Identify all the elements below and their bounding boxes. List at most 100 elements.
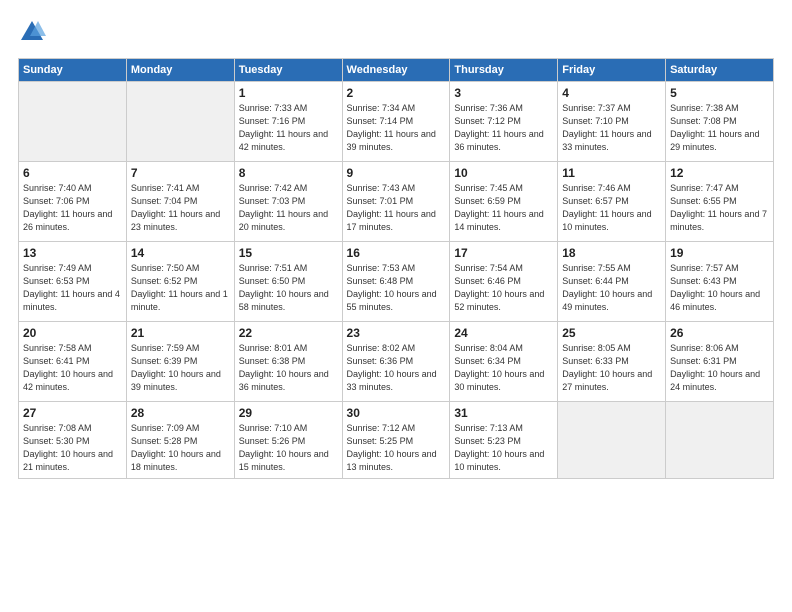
day-number: 15 <box>239 246 338 260</box>
calendar-cell: 27 Sunrise: 7:08 AM Sunset: 5:30 PM Dayli… <box>19 402 127 479</box>
day-number: 10 <box>454 166 553 180</box>
calendar-cell: 13 Sunrise: 7:49 AM Sunset: 6:53 PM Dayli… <box>19 242 127 322</box>
day-info: Sunrise: 8:01 AM Sunset: 6:38 PM Dayligh… <box>239 342 338 394</box>
day-info: Sunrise: 7:50 AM Sunset: 6:52 PM Dayligh… <box>131 262 230 314</box>
calendar-cell: 3 Sunrise: 7:36 AM Sunset: 7:12 PM Daylig… <box>450 82 558 162</box>
calendar-cell: 19 Sunrise: 7:57 AM Sunset: 6:43 PM Dayli… <box>666 242 774 322</box>
day-info: Sunrise: 8:06 AM Sunset: 6:31 PM Dayligh… <box>670 342 769 394</box>
day-info: Sunrise: 7:42 AM Sunset: 7:03 PM Dayligh… <box>239 182 338 234</box>
day-number: 27 <box>23 406 122 420</box>
calendar-cell: 22 Sunrise: 8:01 AM Sunset: 6:38 PM Dayli… <box>234 322 342 402</box>
day-info: Sunrise: 7:51 AM Sunset: 6:50 PM Dayligh… <box>239 262 338 314</box>
calendar-cell <box>558 402 666 479</box>
logo-icon <box>18 18 46 46</box>
day-number: 7 <box>131 166 230 180</box>
day-number: 6 <box>23 166 122 180</box>
calendar-cell: 6 Sunrise: 7:40 AM Sunset: 7:06 PM Daylig… <box>19 162 127 242</box>
calendar-cell: 15 Sunrise: 7:51 AM Sunset: 6:50 PM Dayli… <box>234 242 342 322</box>
day-info: Sunrise: 7:59 AM Sunset: 6:39 PM Dayligh… <box>131 342 230 394</box>
day-number: 25 <box>562 326 661 340</box>
day-info: Sunrise: 8:05 AM Sunset: 6:33 PM Dayligh… <box>562 342 661 394</box>
calendar-cell: 12 Sunrise: 7:47 AM Sunset: 6:55 PM Dayli… <box>666 162 774 242</box>
day-number: 8 <box>239 166 338 180</box>
calendar-cell: 9 Sunrise: 7:43 AM Sunset: 7:01 PM Daylig… <box>342 162 450 242</box>
day-info: Sunrise: 7:10 AM Sunset: 5:26 PM Dayligh… <box>239 422 338 474</box>
day-header-thursday: Thursday <box>450 59 558 82</box>
calendar-cell: 29 Sunrise: 7:10 AM Sunset: 5:26 PM Dayli… <box>234 402 342 479</box>
day-number: 3 <box>454 86 553 100</box>
day-info: Sunrise: 8:04 AM Sunset: 6:34 PM Dayligh… <box>454 342 553 394</box>
day-info: Sunrise: 7:09 AM Sunset: 5:28 PM Dayligh… <box>131 422 230 474</box>
calendar-cell: 5Sunrise: 7:38 AM Sunset: 7:08 PM Daylig… <box>666 82 774 162</box>
day-info: Sunrise: 8:02 AM Sunset: 6:36 PM Dayligh… <box>347 342 446 394</box>
day-info: Sunrise: 7:38 AM Sunset: 7:08 PM Dayligh… <box>670 102 769 154</box>
calendar-cell: 11 Sunrise: 7:46 AM Sunset: 6:57 PM Dayli… <box>558 162 666 242</box>
day-info: Sunrise: 7:08 AM Sunset: 5:30 PM Dayligh… <box>23 422 122 474</box>
day-info: Sunrise: 7:40 AM Sunset: 7:06 PM Dayligh… <box>23 182 122 234</box>
day-number: 17 <box>454 246 553 260</box>
day-number: 12 <box>670 166 769 180</box>
day-info: Sunrise: 7:57 AM Sunset: 6:43 PM Dayligh… <box>670 262 769 314</box>
day-info: Sunrise: 7:46 AM Sunset: 6:57 PM Dayligh… <box>562 182 661 234</box>
calendar-table: SundayMondayTuesdayWednesdayThursdayFrid… <box>18 58 774 479</box>
day-info: Sunrise: 7:37 AM Sunset: 7:10 PM Dayligh… <box>562 102 661 154</box>
day-header-saturday: Saturday <box>666 59 774 82</box>
day-header-monday: Monday <box>126 59 234 82</box>
day-header-wednesday: Wednesday <box>342 59 450 82</box>
day-number: 2 <box>347 86 446 100</box>
day-number: 31 <box>454 406 553 420</box>
day-info: Sunrise: 7:49 AM Sunset: 6:53 PM Dayligh… <box>23 262 122 314</box>
calendar-cell: 23 Sunrise: 8:02 AM Sunset: 6:36 PM Dayli… <box>342 322 450 402</box>
day-header-tuesday: Tuesday <box>234 59 342 82</box>
day-number: 23 <box>347 326 446 340</box>
day-info: Sunrise: 7:34 AM Sunset: 7:14 PM Dayligh… <box>347 102 446 154</box>
calendar-cell: 20 Sunrise: 7:58 AM Sunset: 6:41 PM Dayli… <box>19 322 127 402</box>
day-number: 16 <box>347 246 446 260</box>
calendar-cell: 2 Sunrise: 7:34 AM Sunset: 7:14 PM Daylig… <box>342 82 450 162</box>
logo <box>18 18 50 46</box>
calendar-cell: 24 Sunrise: 8:04 AM Sunset: 6:34 PM Dayli… <box>450 322 558 402</box>
day-info: Sunrise: 7:54 AM Sunset: 6:46 PM Dayligh… <box>454 262 553 314</box>
calendar-cell: 8 Sunrise: 7:42 AM Sunset: 7:03 PM Daylig… <box>234 162 342 242</box>
calendar-cell <box>666 402 774 479</box>
day-info: Sunrise: 7:45 AM Sunset: 6:59 PM Dayligh… <box>454 182 553 234</box>
day-number: 20 <box>23 326 122 340</box>
day-info: Sunrise: 7:33 AM Sunset: 7:16 PM Dayligh… <box>239 102 338 154</box>
day-number: 18 <box>562 246 661 260</box>
calendar-cell <box>19 82 127 162</box>
day-number: 19 <box>670 246 769 260</box>
calendar-cell <box>126 82 234 162</box>
calendar-cell: 4Sunrise: 7:37 AM Sunset: 7:10 PM Daylig… <box>558 82 666 162</box>
day-number: 1 <box>239 86 338 100</box>
day-info: Sunrise: 7:41 AM Sunset: 7:04 PM Dayligh… <box>131 182 230 234</box>
day-number: 22 <box>239 326 338 340</box>
calendar-cell: 21Sunrise: 7:59 AM Sunset: 6:39 PM Dayli… <box>126 322 234 402</box>
day-number: 29 <box>239 406 338 420</box>
day-number: 28 <box>131 406 230 420</box>
calendar-cell: 10 Sunrise: 7:45 AM Sunset: 6:59 PM Dayli… <box>450 162 558 242</box>
day-number: 11 <box>562 166 661 180</box>
day-number: 9 <box>347 166 446 180</box>
day-number: 24 <box>454 326 553 340</box>
day-info: Sunrise: 7:43 AM Sunset: 7:01 PM Dayligh… <box>347 182 446 234</box>
header <box>18 18 774 46</box>
calendar-cell: 28 Sunrise: 7:09 AM Sunset: 5:28 PM Dayli… <box>126 402 234 479</box>
calendar-cell: 17 Sunrise: 7:54 AM Sunset: 6:46 PM Dayli… <box>450 242 558 322</box>
calendar-cell: 7 Sunrise: 7:41 AM Sunset: 7:04 PM Daylig… <box>126 162 234 242</box>
day-info: Sunrise: 7:53 AM Sunset: 6:48 PM Dayligh… <box>347 262 446 314</box>
day-info: Sunrise: 7:36 AM Sunset: 7:12 PM Dayligh… <box>454 102 553 154</box>
day-info: Sunrise: 7:13 AM Sunset: 5:23 PM Dayligh… <box>454 422 553 474</box>
calendar-cell: 26Sunrise: 8:06 AM Sunset: 6:31 PM Dayli… <box>666 322 774 402</box>
day-header-friday: Friday <box>558 59 666 82</box>
day-info: Sunrise: 7:47 AM Sunset: 6:55 PM Dayligh… <box>670 182 769 234</box>
day-number: 14 <box>131 246 230 260</box>
calendar-cell: 30Sunrise: 7:12 AM Sunset: 5:25 PM Dayli… <box>342 402 450 479</box>
day-info: Sunrise: 7:58 AM Sunset: 6:41 PM Dayligh… <box>23 342 122 394</box>
day-number: 13 <box>23 246 122 260</box>
calendar-cell: 14 Sunrise: 7:50 AM Sunset: 6:52 PM Dayli… <box>126 242 234 322</box>
calendar-cell: 31 Sunrise: 7:13 AM Sunset: 5:23 PM Dayli… <box>450 402 558 479</box>
calendar-cell: 16 Sunrise: 7:53 AM Sunset: 6:48 PM Dayli… <box>342 242 450 322</box>
calendar-cell: 25 Sunrise: 8:05 AM Sunset: 6:33 PM Dayli… <box>558 322 666 402</box>
calendar-cell: 18Sunrise: 7:55 AM Sunset: 6:44 PM Dayli… <box>558 242 666 322</box>
day-info: Sunrise: 7:12 AM Sunset: 5:25 PM Dayligh… <box>347 422 446 474</box>
